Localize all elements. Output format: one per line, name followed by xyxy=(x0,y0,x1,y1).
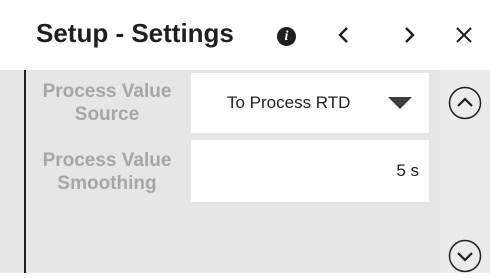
header-bar: Setup - Settings i xyxy=(0,0,490,70)
chevron-left-icon xyxy=(338,27,348,43)
info-icon[interactable]: i xyxy=(277,27,296,46)
process-value-source-label: Process Value Source xyxy=(42,81,172,125)
chevron-right-icon xyxy=(405,27,415,43)
caret-down-icon xyxy=(388,97,412,109)
process-value-smoothing-label: Process Value Smoothing xyxy=(42,150,172,194)
process-value-source-select[interactable]: To Process RTD xyxy=(191,73,429,133)
close-icon xyxy=(456,27,472,43)
next-button[interactable] xyxy=(395,20,425,50)
process-value-source-value: To Process RTD xyxy=(227,93,351,112)
process-value-smoothing-input[interactable]: 5 s xyxy=(191,140,429,202)
previous-button[interactable] xyxy=(328,20,358,50)
scroll-down-button[interactable] xyxy=(448,239,482,273)
scroll-up-button[interactable] xyxy=(448,86,482,120)
page-title: Setup - Settings xyxy=(36,18,234,48)
chevron-down-circle-icon xyxy=(448,239,482,273)
chevron-up-circle-icon xyxy=(448,86,482,120)
close-button[interactable] xyxy=(449,20,479,50)
process-value-smoothing-value: 5 s xyxy=(396,161,419,180)
